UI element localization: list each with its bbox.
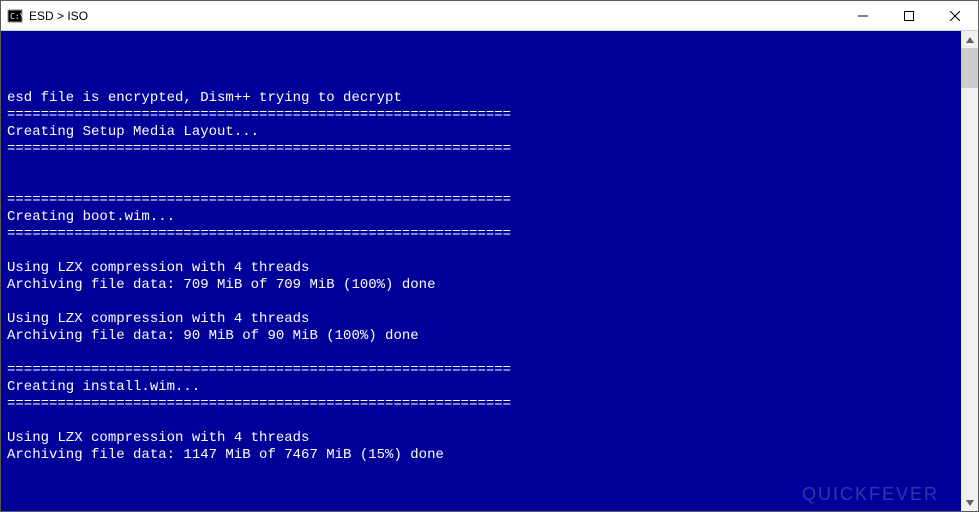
console-line: Archiving file data: 90 MiB of 90 MiB (1… [7,328,961,345]
scroll-up-button[interactable] [961,31,978,48]
close-button[interactable] [932,1,978,30]
client-area: esd file is encrypted, Dism++ trying to … [1,31,978,511]
maximize-button[interactable] [886,1,932,30]
cmd-icon: C:\ [7,8,23,24]
console-line [7,413,961,430]
console-line [7,345,961,362]
console-line: esd file is encrypted, Dism++ trying to … [7,90,961,107]
console-line: ========================================… [7,362,961,379]
console-line [7,175,961,192]
scrollbar-track[interactable] [961,48,978,494]
console-line: Using LZX compression with 4 threads [7,311,961,328]
console-line: Using LZX compression with 4 threads [7,430,961,447]
console-line: ========================================… [7,107,961,124]
window-controls [840,1,978,30]
svg-text:C:\: C:\ [10,12,23,21]
minimize-button[interactable] [840,1,886,30]
console-line [7,294,961,311]
console-line [7,158,961,175]
console-line: ========================================… [7,226,961,243]
console-line: Creating install.wim... [7,379,961,396]
titlebar[interactable]: C:\ ESD > ISO [1,1,978,31]
console-line: Archiving file data: 1147 MiB of 7467 Mi… [7,447,961,464]
window-title: ESD > ISO [29,9,840,23]
console-output: esd file is encrypted, Dism++ trying to … [1,31,961,511]
scroll-down-button[interactable] [961,494,978,511]
console-line [7,243,961,260]
console-line: ========================================… [7,192,961,209]
console-line: Creating boot.wim... [7,209,961,226]
console-line [7,73,961,90]
watermark: QUICKFEVER [802,486,939,503]
console-line: Creating Setup Media Layout... [7,124,961,141]
console-line: ========================================… [7,396,961,413]
vertical-scrollbar[interactable] [961,31,978,511]
console-line: Using LZX compression with 4 threads [7,260,961,277]
scrollbar-thumb[interactable] [961,48,978,88]
console-line: Archiving file data: 709 MiB of 709 MiB … [7,277,961,294]
console-window: C:\ ESD > ISO esd file is encrypted, Dis… [0,0,979,512]
console-line: ========================================… [7,141,961,158]
